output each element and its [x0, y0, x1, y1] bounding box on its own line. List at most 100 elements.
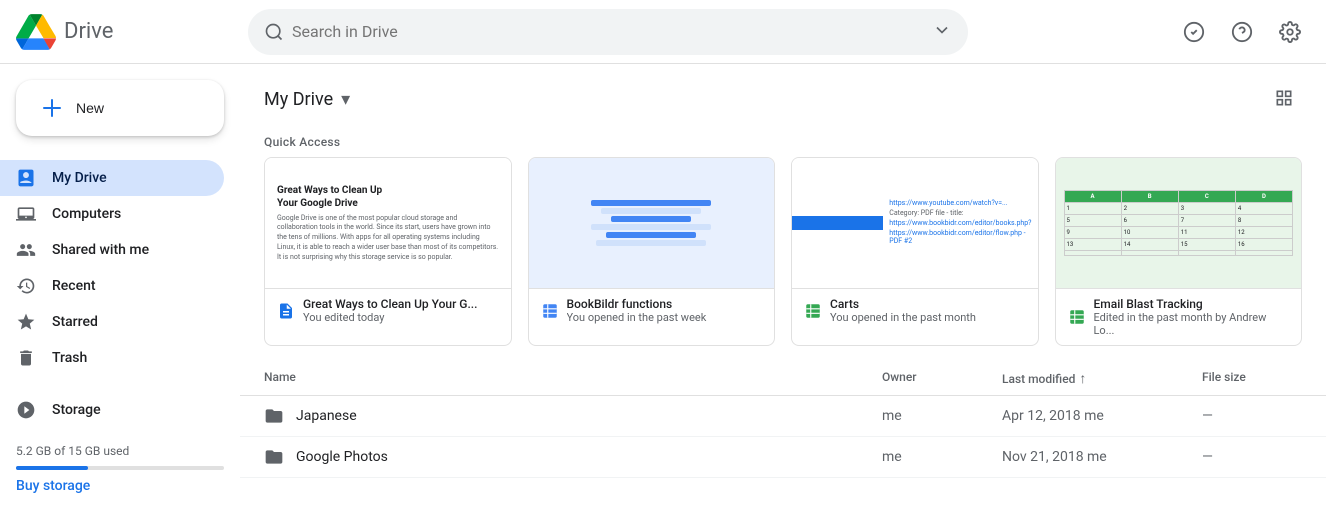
card-2-info: BookBildr functions You opened in the pa…	[529, 288, 775, 332]
sidebar-item-trash[interactable]: Trash	[0, 340, 224, 376]
quick-card-1[interactable]: Great Ways to Clean UpYour Google Drive …	[264, 157, 512, 346]
account-circle-button[interactable]	[1174, 12, 1214, 52]
folder-icon-photos	[264, 447, 284, 467]
card-4-file-info: Email Blast Tracking Edited in the past …	[1094, 297, 1290, 337]
col-size-header: File size	[1202, 370, 1302, 387]
card-3-info: Carts You opened in the past month	[792, 288, 1038, 332]
trash-icon	[16, 348, 36, 368]
card-4-name: Email Blast Tracking	[1094, 297, 1290, 311]
new-button[interactable]: New	[16, 80, 224, 136]
card-1-date: You edited today	[303, 311, 499, 324]
storage-icon	[16, 400, 36, 420]
grid-view-button[interactable]	[1266, 80, 1302, 119]
file-modified-photos: Nov 21, 2018 me	[1002, 449, 1202, 465]
logo-text: Drive	[64, 19, 113, 44]
main-header: My Drive ▾	[240, 64, 1326, 127]
my-drive-title: My Drive	[264, 89, 333, 110]
card-1-preview-title: Great Ways to Clean UpYour Google Drive	[277, 184, 382, 210]
card-1-info: Great Ways to Clean Up Your G... You edi…	[265, 288, 511, 332]
card-3-file-info: Carts You opened in the past month	[830, 297, 1026, 324]
file-row-name-japanese: Japanese	[264, 406, 882, 426]
sidebar-item-computers-label: Computers	[52, 206, 121, 222]
sidebar-item-starred[interactable]: Starred	[0, 304, 224, 340]
drive-title: My Drive ▾	[264, 89, 350, 110]
quick-access-grid: Great Ways to Clean UpYour Google Drive …	[240, 157, 1326, 362]
sheets-green-icon	[804, 302, 822, 320]
sidebar: New My Drive Computers Shared with me	[0, 64, 240, 508]
quick-card-4[interactable]: A B C D 1234 5678 9101112 13141516	[1055, 157, 1303, 346]
main-content: My Drive ▾ Quick Access Great Ways to Cl…	[240, 64, 1326, 508]
sidebar-item-recent[interactable]: Recent	[0, 268, 224, 304]
computer-icon	[16, 204, 36, 224]
sheets-icon	[541, 302, 559, 320]
clock-icon	[16, 276, 36, 296]
file-row-name-photos: Google Photos	[264, 447, 882, 467]
card-3-date: You opened in the past month	[830, 311, 1026, 324]
sidebar-item-starred-label: Starred	[52, 314, 98, 330]
card-4-date: Edited in the past month by Andrew Lo...	[1094, 311, 1290, 337]
card-1-preview-text: Google Drive is one of the most popular …	[277, 214, 499, 263]
sidebar-item-computers[interactable]: Computers	[0, 196, 224, 232]
card-1-preview: Great Ways to Clean UpYour Google Drive …	[265, 158, 511, 288]
search-dropdown-icon[interactable]	[932, 20, 952, 44]
file-modified-japanese: Apr 12, 2018 me	[1002, 408, 1202, 424]
file-size-japanese: —	[1202, 408, 1302, 424]
sidebar-item-shared-with-me[interactable]: Shared with me	[0, 232, 224, 268]
card-4-info: Email Blast Tracking Edited in the past …	[1056, 288, 1302, 345]
new-button-label: New	[76, 100, 104, 116]
card-1-name: Great Ways to Clean Up Your G...	[303, 297, 499, 311]
card-3-preview: https://www.youtube.com/watch?v=... Cate…	[792, 158, 1038, 288]
sidebar-item-my-drive-label: My Drive	[52, 170, 107, 186]
col-name-header: Name	[264, 370, 882, 387]
quick-card-2[interactable]: BookBildr functions You opened in the pa…	[528, 157, 776, 346]
sidebar-item-recent-label: Recent	[52, 278, 96, 294]
file-name-photos: Google Photos	[296, 449, 388, 465]
card-1-file-info: Great Ways to Clean Up Your G... You edi…	[303, 297, 499, 324]
storage-fill	[16, 466, 88, 470]
card-4-preview: A B C D 1234 5678 9101112 13141516	[1056, 158, 1302, 288]
search-bar[interactable]	[248, 9, 968, 55]
file-list-header: Name Owner Last modified ↑ File size	[240, 362, 1326, 396]
card-2-preview	[529, 158, 775, 288]
drive-logo-icon	[16, 12, 56, 52]
file-owner-photos: me	[882, 449, 1002, 465]
app-header: Drive	[0, 0, 1326, 64]
card-2-file-info: BookBildr functions You opened in the pa…	[567, 297, 763, 324]
card-3-name: Carts	[830, 297, 1026, 311]
sidebar-item-storage[interactable]: Storage	[0, 392, 224, 428]
header-actions	[1174, 12, 1310, 52]
help-button[interactable]	[1222, 12, 1262, 52]
folder-icon-japanese	[264, 406, 284, 426]
drive-icon	[16, 168, 36, 188]
sidebar-item-storage-label: Storage	[52, 402, 101, 418]
star-icon	[16, 312, 36, 332]
word-icon	[277, 302, 295, 320]
storage-label: 5.2 GB of 15 GB used	[16, 444, 224, 458]
quick-access-label: Quick Access	[240, 127, 1326, 157]
people-icon	[16, 240, 36, 260]
sidebar-nav: My Drive Computers Shared with me Recent	[0, 160, 240, 376]
drive-title-chevron-icon[interactable]: ▾	[341, 89, 350, 110]
storage-bar	[16, 466, 224, 470]
plus-icon	[40, 96, 64, 120]
col-owner-header: Owner	[882, 370, 1002, 387]
buy-storage-link[interactable]: Buy storage	[16, 478, 90, 494]
file-size-photos: —	[1202, 449, 1302, 465]
card-2-date: You opened in the past week	[567, 311, 763, 324]
quick-card-3[interactable]: https://www.youtube.com/watch?v=... Cate…	[791, 157, 1039, 346]
app-body: New My Drive Computers Shared with me	[0, 64, 1326, 508]
col-modified-header: Last modified ↑	[1002, 370, 1202, 387]
file-list: Name Owner Last modified ↑ File size Jap…	[240, 362, 1326, 508]
settings-button[interactable]	[1270, 12, 1310, 52]
logo: Drive	[16, 12, 236, 52]
sort-arrow-icon: ↑	[1079, 370, 1086, 387]
sidebar-item-trash-label: Trash	[52, 350, 87, 366]
sheets-green-icon-2	[1068, 308, 1086, 326]
storage-section: 5.2 GB of 15 GB used Buy storage	[0, 428, 240, 508]
table-row[interactable]: Google Photos me Nov 21, 2018 me —	[240, 437, 1326, 478]
search-icon	[264, 22, 284, 42]
table-row[interactable]: Japanese me Apr 12, 2018 me —	[240, 396, 1326, 437]
file-name-japanese: Japanese	[296, 408, 357, 424]
sidebar-item-my-drive[interactable]: My Drive	[0, 160, 224, 196]
search-input[interactable]	[292, 22, 924, 41]
